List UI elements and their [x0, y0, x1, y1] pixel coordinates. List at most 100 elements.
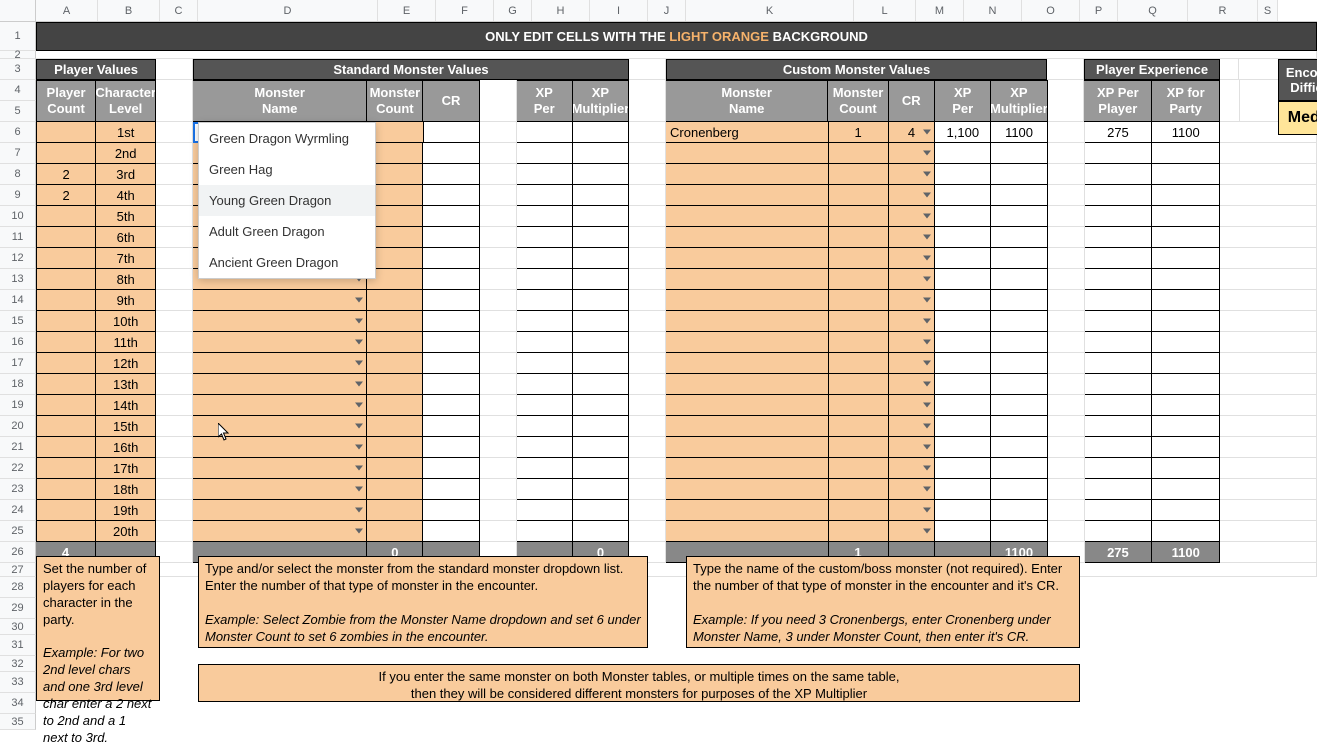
cust-cr-0[interactable]: 4	[889, 122, 936, 143]
dropdown-arrow-icon[interactable]	[923, 256, 931, 261]
monster-name-19[interactable]	[193, 521, 367, 542]
monster-count-15[interactable]	[367, 437, 423, 458]
dropdown-arrow-icon[interactable]	[923, 466, 931, 471]
monster-name-17[interactable]	[193, 479, 367, 500]
cust-name-14[interactable]	[666, 416, 829, 437]
cust-cr-14[interactable]	[889, 416, 936, 437]
cust-name-2[interactable]	[666, 164, 829, 185]
dropdown-arrow-icon[interactable]	[355, 382, 363, 387]
player-count-10[interactable]	[36, 332, 96, 353]
dropdown-arrow-icon[interactable]	[923, 130, 931, 135]
dropdown-option[interactable]: Ancient Green Dragon	[199, 247, 375, 278]
player-count-13[interactable]	[36, 395, 96, 416]
cust-count-2[interactable]	[829, 164, 889, 185]
col-header-N[interactable]: N	[964, 0, 1022, 21]
monster-name-8[interactable]	[193, 290, 367, 311]
cust-cr-15[interactable]	[889, 437, 936, 458]
autocomplete-dropdown[interactable]: Green Dragon WyrmlingGreen HagYoung Gree…	[198, 122, 376, 279]
cust-count-10[interactable]	[829, 332, 889, 353]
row-header-25[interactable]: 25	[0, 521, 36, 542]
cust-name-17[interactable]	[666, 479, 829, 500]
col-header-E[interactable]: E	[378, 0, 436, 21]
row-header-9[interactable]: 9	[0, 185, 36, 206]
row-header-10[interactable]: 10	[0, 206, 36, 227]
cust-count-14[interactable]	[829, 416, 889, 437]
row-header-26[interactable]: 26	[0, 542, 36, 563]
corner-cell[interactable]	[0, 0, 36, 21]
cust-cr-2[interactable]	[889, 164, 936, 185]
cust-count-1[interactable]	[829, 143, 889, 164]
col-header-F[interactable]: F	[436, 0, 494, 21]
dropdown-arrow-icon[interactable]	[923, 403, 931, 408]
cust-name-11[interactable]	[666, 353, 829, 374]
cust-name-12[interactable]	[666, 374, 829, 395]
monster-name-13[interactable]	[193, 395, 367, 416]
row-header-27[interactable]: 27	[0, 563, 36, 577]
cust-cr-17[interactable]	[889, 479, 936, 500]
cust-count-13[interactable]	[829, 395, 889, 416]
cust-cr-16[interactable]	[889, 458, 936, 479]
monster-name-9[interactable]	[193, 311, 367, 332]
monster-count-13[interactable]	[367, 395, 423, 416]
col-header-G[interactable]: G	[494, 0, 532, 21]
dropdown-option[interactable]: Young Green Dragon	[199, 185, 375, 216]
cust-count-3[interactable]	[829, 185, 889, 206]
dropdown-arrow-icon[interactable]	[923, 508, 931, 513]
cust-name-6[interactable]	[666, 248, 829, 269]
cust-name-0[interactable]: Cronenberg	[666, 122, 829, 143]
monster-count-18[interactable]	[367, 500, 423, 521]
col-header-M[interactable]: M	[916, 0, 964, 21]
cust-name-7[interactable]	[666, 269, 829, 290]
monster-count-16[interactable]	[367, 458, 423, 479]
dropdown-arrow-icon[interactable]	[355, 529, 363, 534]
cust-cr-5[interactable]	[889, 227, 936, 248]
cust-cr-9[interactable]	[889, 311, 936, 332]
cust-cr-4[interactable]	[889, 206, 936, 227]
cust-cr-6[interactable]	[889, 248, 936, 269]
dropdown-arrow-icon[interactable]	[923, 298, 931, 303]
cust-count-9[interactable]	[829, 311, 889, 332]
player-count-17[interactable]	[36, 479, 96, 500]
cust-cr-10[interactable]	[889, 332, 936, 353]
row-header-17[interactable]: 17	[0, 353, 36, 374]
dropdown-arrow-icon[interactable]	[355, 340, 363, 345]
col-header-O[interactable]: O	[1022, 0, 1080, 21]
monster-name-16[interactable]	[193, 458, 367, 479]
row-header-8[interactable]: 8	[0, 164, 36, 185]
dropdown-arrow-icon[interactable]	[923, 319, 931, 324]
col-header-D[interactable]: D	[198, 0, 378, 21]
cust-count-6[interactable]	[829, 248, 889, 269]
cust-count-18[interactable]	[829, 500, 889, 521]
player-count-2[interactable]: 2	[36, 164, 96, 185]
row-header-14[interactable]: 14	[0, 290, 36, 311]
monster-name-15[interactable]	[193, 437, 367, 458]
cust-cr-11[interactable]	[889, 353, 936, 374]
col-header-S[interactable]: S	[1258, 0, 1278, 21]
row-header-7[interactable]: 7	[0, 143, 36, 164]
monster-count-11[interactable]	[367, 353, 423, 374]
col-header-J[interactable]: J	[648, 0, 686, 21]
cust-count-11[interactable]	[829, 353, 889, 374]
cust-count-8[interactable]	[829, 290, 889, 311]
player-count-7[interactable]	[36, 269, 96, 290]
row-header-20[interactable]: 20	[0, 416, 36, 437]
player-count-14[interactable]	[36, 416, 96, 437]
monster-count-12[interactable]	[367, 374, 423, 395]
cust-cr-3[interactable]	[889, 185, 936, 206]
player-count-0[interactable]	[36, 122, 96, 143]
monster-count-10[interactable]	[367, 332, 423, 353]
monster-count-19[interactable]	[367, 521, 423, 542]
monster-count-9[interactable]	[367, 311, 423, 332]
row-header-35[interactable]: 35	[0, 714, 36, 730]
dropdown-arrow-icon[interactable]	[355, 508, 363, 513]
row-header-2[interactable]: 2	[0, 51, 36, 59]
cust-cr-8[interactable]	[889, 290, 936, 311]
dropdown-arrow-icon[interactable]	[355, 403, 363, 408]
row-header-1[interactable]: 1	[0, 22, 36, 51]
dropdown-arrow-icon[interactable]	[923, 382, 931, 387]
cust-name-19[interactable]	[666, 521, 829, 542]
player-count-19[interactable]	[36, 521, 96, 542]
monster-name-11[interactable]	[193, 353, 367, 374]
monster-name-14[interactable]	[193, 416, 367, 437]
row-header-4[interactable]: 4	[0, 80, 36, 101]
